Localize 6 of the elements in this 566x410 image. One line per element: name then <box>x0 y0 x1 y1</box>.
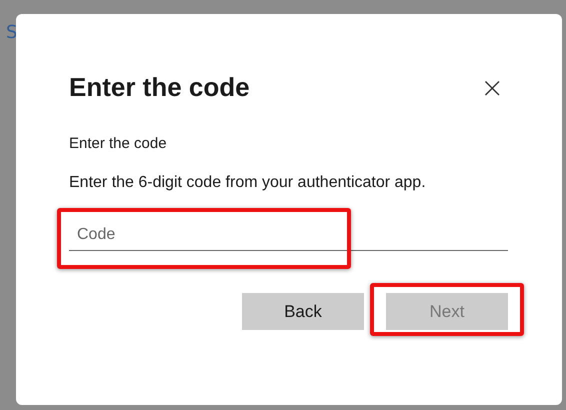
instruction-text: Enter the 6-digit code from your authenticator app. <box>69 174 427 192</box>
action-button[interactable]: Back <box>242 293 364 330</box>
field-label: Enter the code <box>69 135 168 152</box>
dialog-title: Enter the code <box>69 72 250 103</box>
close-button[interactable]: × <box>476 74 508 102</box>
background-text: S <box>6 22 18 43</box>
